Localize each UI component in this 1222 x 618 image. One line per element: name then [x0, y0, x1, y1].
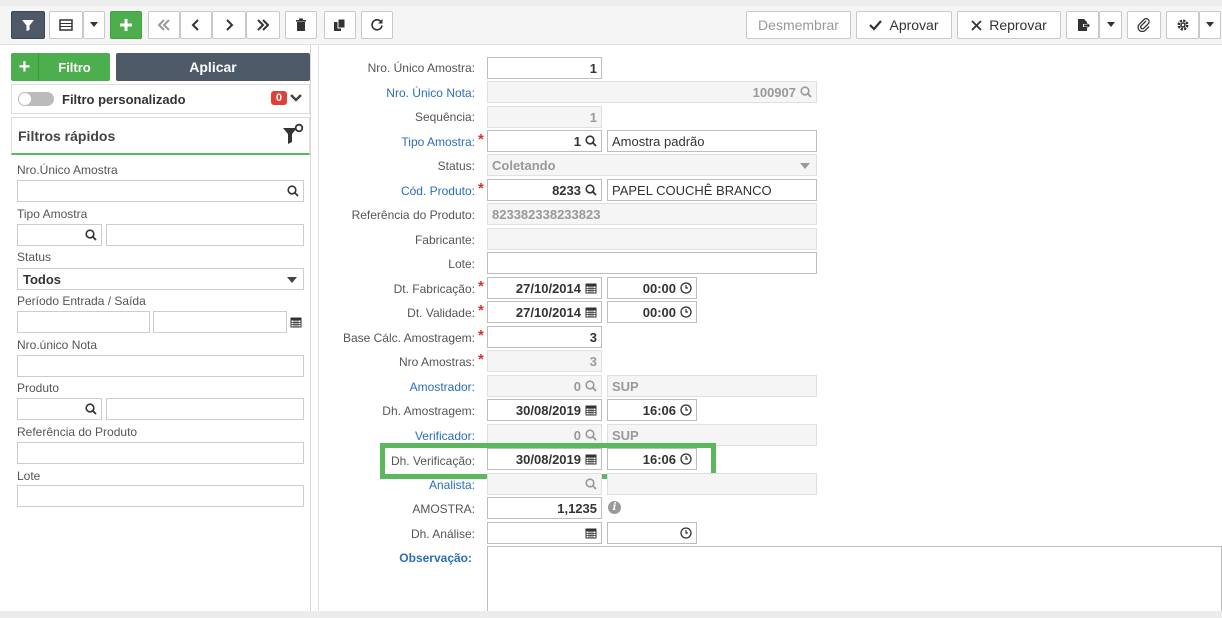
nro-amostras-input: 3	[487, 350, 602, 372]
search-icon[interactable]	[585, 429, 597, 441]
clock-icon[interactable]	[680, 527, 692, 539]
nro-amostras-label: Nro Amostras:	[398, 355, 475, 369]
required-marker: *	[478, 302, 484, 319]
sequencia-label: Sequência:	[414, 110, 475, 124]
dt-fabricacao-date-value: 27/10/2014	[515, 281, 581, 296]
search-icon[interactable]	[800, 86, 812, 98]
tipo-amostra-desc-input[interactable]: Amostra padrão	[607, 130, 817, 152]
analista-label[interactable]: Analista:	[429, 478, 475, 492]
sequencia-value: 1	[589, 110, 597, 125]
base-calc-label: Base Cálc. Amostragem:	[342, 331, 475, 345]
dt-validade-time-input[interactable]: 00:00	[607, 301, 697, 323]
calendar-icon[interactable]	[585, 453, 597, 465]
dh-amostragem-time-value: 16:06	[642, 403, 676, 418]
nro-unico-nota-value: 100907	[752, 85, 796, 100]
search-icon[interactable]	[585, 380, 597, 392]
dh-analise-label: Dh. Análise:	[410, 527, 475, 541]
clock-icon[interactable]	[680, 282, 692, 294]
analista-code-input	[487, 473, 602, 495]
referencia-label: Referência do Produto:	[351, 208, 475, 222]
amostrador-desc-value: SUP	[612, 379, 639, 394]
required-marker: *	[478, 278, 484, 295]
nro-unico-nota-input: 100907	[487, 81, 817, 103]
amostrador-code-value: 0	[573, 379, 581, 394]
tipo-amostra-desc-value: Amostra padrão	[612, 134, 705, 149]
cod-produto-input[interactable]: 8233	[487, 179, 602, 201]
dh-amostragem-date-input[interactable]: 30/08/2019	[487, 399, 602, 421]
amostrador-code-input: 0	[487, 375, 602, 397]
cod-produto-label[interactable]: Cód. Produto:	[401, 184, 475, 198]
required-marker: *	[478, 327, 484, 344]
base-calc-input[interactable]: 3	[487, 326, 602, 348]
dt-fabricacao-date-input[interactable]: 27/10/2014	[487, 277, 602, 299]
amostra-value: 1,1235	[557, 501, 597, 516]
search-icon[interactable]	[585, 135, 597, 147]
base-calc-value: 3	[589, 330, 597, 345]
lote-input[interactable]	[487, 252, 817, 274]
verificador-label[interactable]: Verificador:	[415, 429, 475, 443]
caret-down-icon	[800, 163, 810, 169]
analista-desc-input	[607, 473, 817, 495]
verificador-desc-value: SUP	[612, 428, 639, 443]
amostra-input[interactable]: 1,1235	[487, 497, 602, 519]
dh-amostragem-date-value: 30/08/2019	[515, 403, 581, 418]
calendar-icon[interactable]	[585, 527, 597, 539]
cod-produto-value: 8233	[552, 183, 581, 198]
tipo-amostra-code-input[interactable]: 1	[487, 130, 602, 152]
bottom-bar	[0, 611, 1222, 618]
dh-verificacao-time-input[interactable]: 16:06	[607, 448, 697, 470]
required-marker: *	[478, 131, 484, 148]
referencia-value: 823382338233823	[492, 207, 601, 222]
dt-fabricacao-time-value: 00:00	[642, 281, 676, 296]
info-icon[interactable]: i	[608, 501, 621, 514]
status-value: Coletando	[492, 158, 556, 173]
calendar-icon[interactable]	[585, 404, 597, 416]
amostra-label: AMOSTRA:	[412, 502, 475, 516]
fabricante-label: Fabricante:	[414, 233, 475, 247]
lote-label: Lote:	[448, 257, 475, 271]
tipo-amostra-label[interactable]: Tipo Amostra:	[401, 135, 475, 149]
clock-icon[interactable]	[680, 404, 692, 416]
nro-amostras-value: 3	[589, 354, 597, 369]
clock-icon[interactable]	[680, 453, 692, 465]
calendar-icon[interactable]	[585, 306, 597, 318]
referencia-input: 823382338233823	[487, 203, 817, 225]
dh-analise-time-input[interactable]	[607, 522, 697, 544]
dt-validade-date-input[interactable]: 27/10/2014	[487, 301, 602, 323]
dh-verificacao-label: Dh. Verificação:	[390, 454, 475, 468]
dt-fabricacao-time-input[interactable]: 00:00	[607, 277, 697, 299]
nro-unico-amostra-value: 1	[589, 61, 597, 76]
nro-unico-amostra-label: Nro. Único Amostra:	[367, 61, 475, 75]
dt-validade-label: Dt. Validade:	[407, 306, 475, 320]
nro-unico-amostra-input[interactable]: 1	[487, 57, 602, 79]
dh-amostragem-label: Dh. Amostragem:	[382, 404, 475, 418]
tipo-amostra-code-value: 1	[573, 134, 581, 149]
search-icon[interactable]	[585, 478, 597, 490]
amostrador-desc-input: SUP	[607, 375, 817, 397]
observacao-textarea[interactable]	[487, 546, 1222, 616]
status-label: Status:	[437, 159, 475, 173]
dh-amostragem-time-input[interactable]: 16:06	[607, 399, 697, 421]
dh-verificacao-date-value: 30/08/2019	[515, 452, 581, 467]
calendar-icon[interactable]	[585, 282, 597, 294]
nro-unico-nota-label[interactable]: Nro. Único Nota:	[386, 86, 475, 100]
dt-fabricacao-label: Dt. Fabricação:	[393, 282, 475, 296]
search-icon[interactable]	[585, 184, 597, 196]
produto-desc-value: PAPEL COUCHÊ BRANCO	[612, 183, 772, 198]
amostrador-label[interactable]: Amostrador:	[410, 380, 475, 394]
required-marker: *	[478, 351, 484, 368]
dt-validade-date-value: 27/10/2014	[515, 305, 581, 320]
dh-verificacao-date-input[interactable]: 30/08/2019	[487, 448, 602, 470]
status-select: Coletando	[487, 154, 817, 176]
sequencia-input: 1	[487, 106, 602, 128]
dh-analise-date-input[interactable]	[487, 522, 602, 544]
dh-verificacao-time-value: 16:06	[642, 452, 676, 467]
observacao-label[interactable]: Observação:	[399, 551, 472, 565]
dt-validade-time-value: 00:00	[642, 305, 676, 320]
fabricante-input	[487, 228, 817, 250]
clock-icon[interactable]	[680, 306, 692, 318]
required-marker: *	[478, 180, 484, 197]
produto-desc-input[interactable]: PAPEL COUCHÊ BRANCO	[607, 179, 817, 201]
verificador-code-value: 0	[573, 428, 581, 443]
